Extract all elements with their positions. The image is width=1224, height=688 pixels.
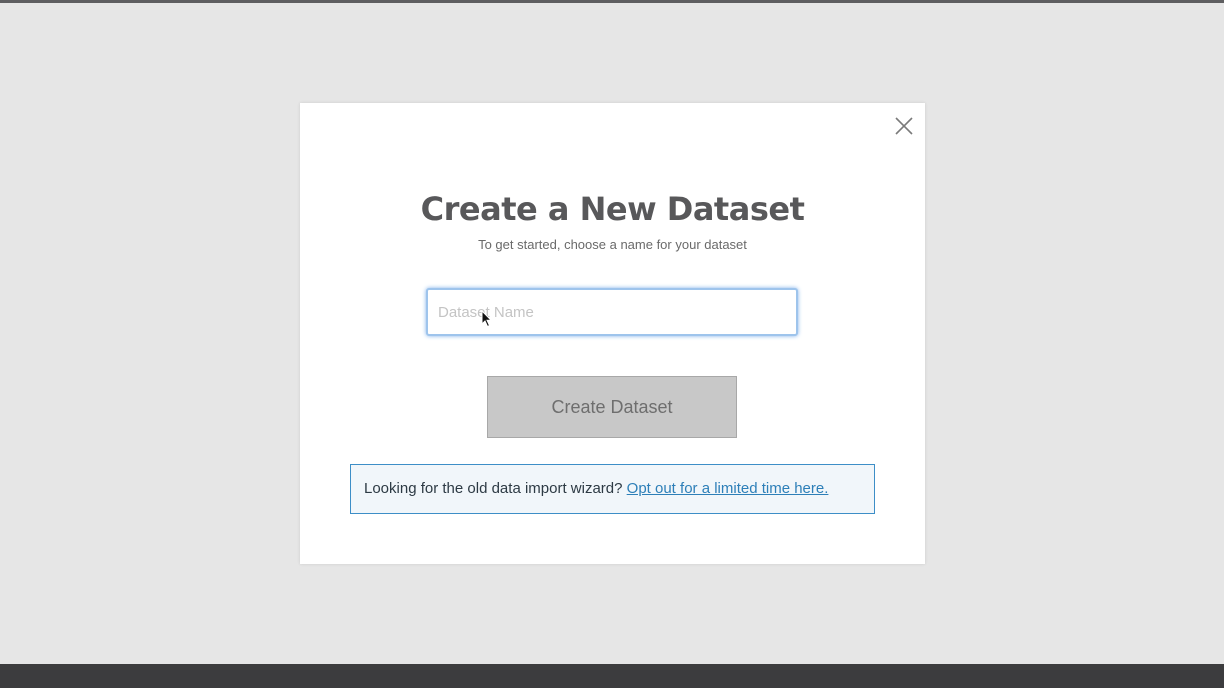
bottom-bar: [0, 664, 1224, 688]
close-button[interactable]: [892, 114, 916, 138]
opt-out-link[interactable]: Opt out for a limited time here.: [627, 480, 829, 497]
modal-subtitle: To get started, choose a name for your d…: [478, 237, 747, 252]
create-dataset-modal: Create a New Dataset To get started, cho…: [300, 103, 925, 564]
notice-text: Looking for the old data import wizard?: [364, 480, 623, 497]
dataset-name-input[interactable]: [426, 288, 798, 336]
close-icon: [895, 117, 913, 135]
old-wizard-notice: Looking for the old data import wizard? …: [350, 464, 875, 514]
create-dataset-button[interactable]: Create Dataset: [487, 376, 737, 438]
modal-title: Create a New Dataset: [420, 190, 805, 228]
top-bar: [0, 0, 1224, 3]
